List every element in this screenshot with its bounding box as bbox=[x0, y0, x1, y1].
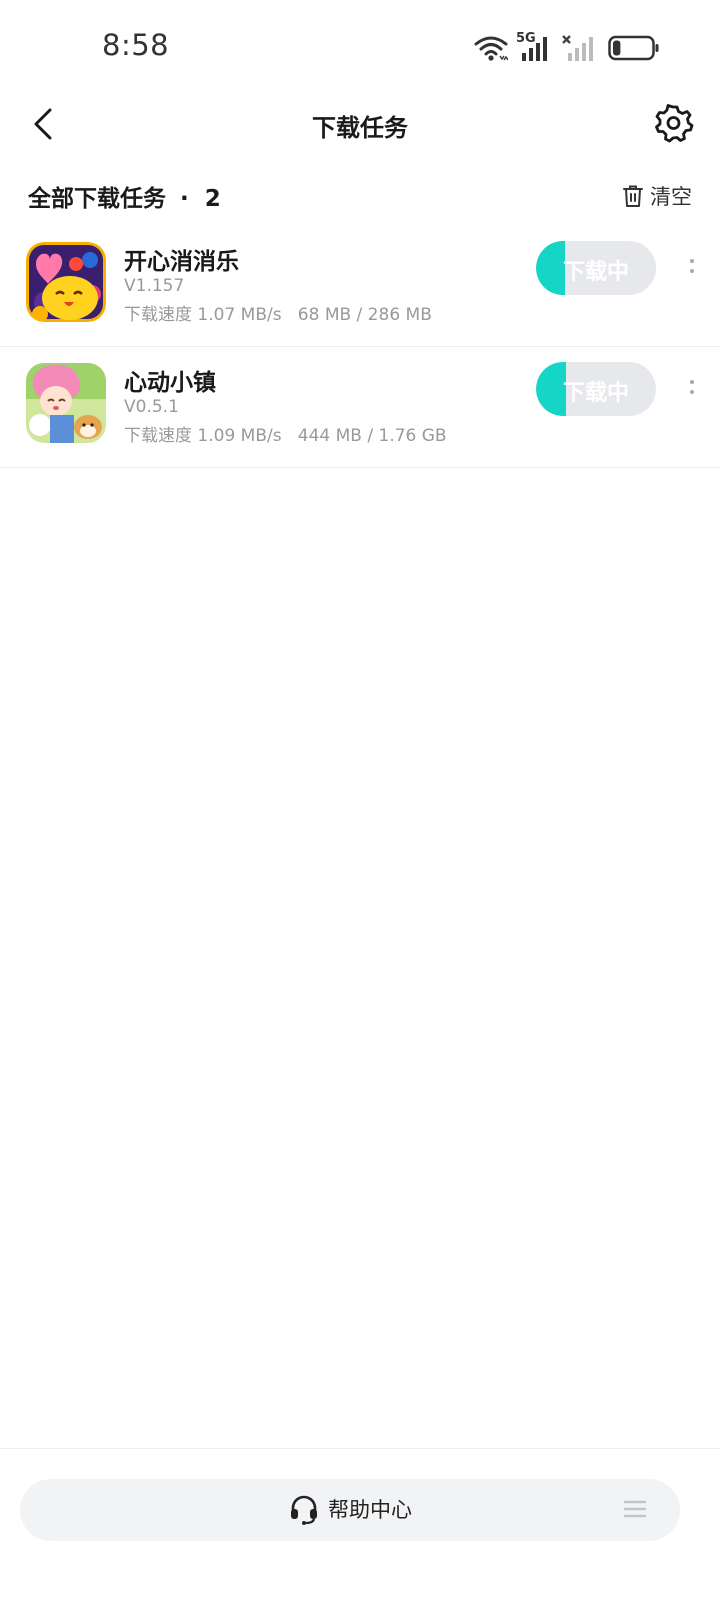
menu-icon[interactable] bbox=[623, 1499, 647, 1523]
task-count: 2 bbox=[204, 186, 221, 212]
app-version: V1.157 bbox=[124, 276, 185, 296]
download-task-item[interactable]: 开心消消乐 V1.157 下载速度 1.07 MB/s 68 MB / 286 … bbox=[0, 226, 720, 347]
section-title-text: 全部下载任务 bbox=[28, 186, 166, 212]
download-task-list: 开心消消乐 V1.157 下载速度 1.07 MB/s 68 MB / 286 … bbox=[0, 226, 720, 468]
help-center: 帮助中心 bbox=[20, 1493, 680, 1525]
download-speed: 下载速度 1.07 MB/s 68 MB / 286 MB bbox=[124, 305, 432, 325]
help-center-button[interactable]: 帮助中心 bbox=[20, 1479, 680, 1541]
help-center-label: 帮助中心 bbox=[328, 1498, 412, 1522]
clear-button[interactable]: 清空 bbox=[622, 181, 692, 211]
bottom-bar: 帮助中心 bbox=[0, 1448, 720, 1601]
settings-button[interactable] bbox=[652, 102, 694, 144]
nav-bar: 下载任务 bbox=[0, 96, 720, 152]
trash-icon bbox=[623, 185, 643, 207]
section-title: 全部下载任务 · 2 bbox=[28, 179, 221, 213]
download-status-button[interactable]: 下载中 bbox=[536, 241, 656, 295]
app-name: 开心消消乐 bbox=[124, 249, 239, 275]
heart-town-app-icon bbox=[26, 363, 106, 443]
more-options-icon[interactable] bbox=[688, 256, 696, 280]
headset-icon bbox=[291, 1495, 317, 1525]
status-bar: 8:58 5G bbox=[0, 0, 720, 96]
download-task-item[interactable]: 心动小镇 V0.5.1 下载速度 1.09 MB/s 444 MB / 1.76… bbox=[0, 347, 720, 468]
download-status-label: 下载中 bbox=[562, 260, 629, 285]
battery-icon bbox=[608, 34, 660, 62]
status-time: 8:58 bbox=[102, 28, 170, 62]
status-icons: 5G bbox=[474, 30, 660, 66]
download-status-label: 下载中 bbox=[562, 381, 629, 406]
happy-elimination-app-icon bbox=[26, 242, 106, 322]
section-separator: · bbox=[180, 186, 189, 212]
app-version: V0.5.1 bbox=[124, 397, 179, 417]
signal-5g-icon: 5G bbox=[516, 31, 554, 63]
section-header: 全部下载任务 · 2 清空 bbox=[0, 175, 720, 219]
signal-no-service-icon bbox=[562, 33, 600, 63]
app-name: 心动小镇 bbox=[124, 370, 216, 396]
download-status-button[interactable]: 下载中 bbox=[536, 362, 656, 416]
gear-icon bbox=[655, 104, 694, 143]
download-speed: 下载速度 1.09 MB/s 444 MB / 1.76 GB bbox=[124, 426, 447, 446]
more-options-icon[interactable] bbox=[688, 377, 696, 401]
clear-label: 清空 bbox=[650, 185, 692, 209]
wifi-icon bbox=[474, 34, 508, 62]
page-title: 下载任务 bbox=[312, 114, 408, 142]
